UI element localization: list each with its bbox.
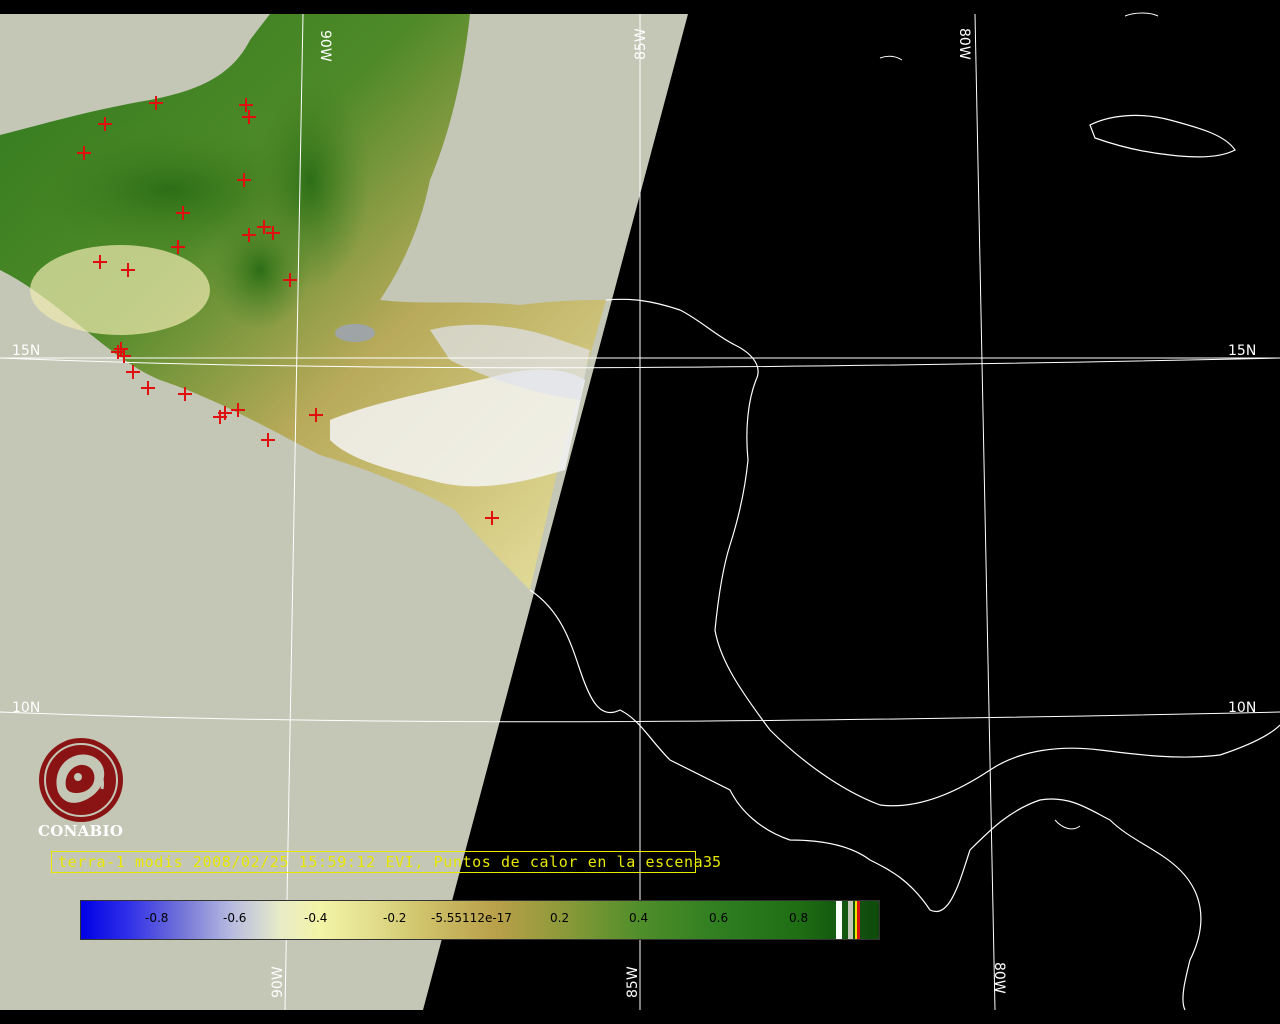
lat-label-15n-left: 15N <box>12 343 40 359</box>
lon-label-80w-bottom: 80W <box>991 962 1007 994</box>
lon-label-90w-bottom: 90W <box>270 966 286 998</box>
scene-caption: terra-1 modis 2008/02/25 15:59:12 EVI, P… <box>58 853 704 871</box>
colorbar-tick: -0.6 <box>223 911 247 925</box>
colorbar-tick: 0.6 <box>709 911 729 925</box>
lake <box>335 324 375 342</box>
colorbar-tick: 0.8 <box>789 911 809 925</box>
colorbar-tick: 0.2 <box>550 911 570 925</box>
lat-label-15n-right: 15N <box>1228 343 1256 359</box>
lon-label-85w-top: 85W <box>633 28 649 60</box>
colorbar-tick: -0.4 <box>304 911 328 925</box>
lat-label-10n-left: 10N <box>12 700 40 716</box>
dry-area <box>30 245 210 335</box>
lat-label-10n-right: 10N <box>1228 700 1256 716</box>
lon-label-85w-bottom: 85W <box>625 966 641 998</box>
hotspot-count: 35 <box>703 853 722 871</box>
conabio-logo <box>39 738 123 822</box>
lon-label-80w-top: 80W <box>956 28 972 60</box>
conabio-logo-text: CONABIO <box>38 822 124 840</box>
colorbar-tick: -5.55112e-17 <box>431 911 512 925</box>
colorbar-swatch-white <box>836 901 842 939</box>
colorbar-tick: -0.8 <box>145 911 169 925</box>
colorbar-swatch-red <box>857 901 860 939</box>
colorbar-tick: -0.2 <box>383 911 407 925</box>
colorbar-tick: 0.4 <box>629 911 649 925</box>
colorbar-swatch-grey <box>848 901 853 939</box>
lon-label-90w-top: 90W <box>317 30 333 62</box>
